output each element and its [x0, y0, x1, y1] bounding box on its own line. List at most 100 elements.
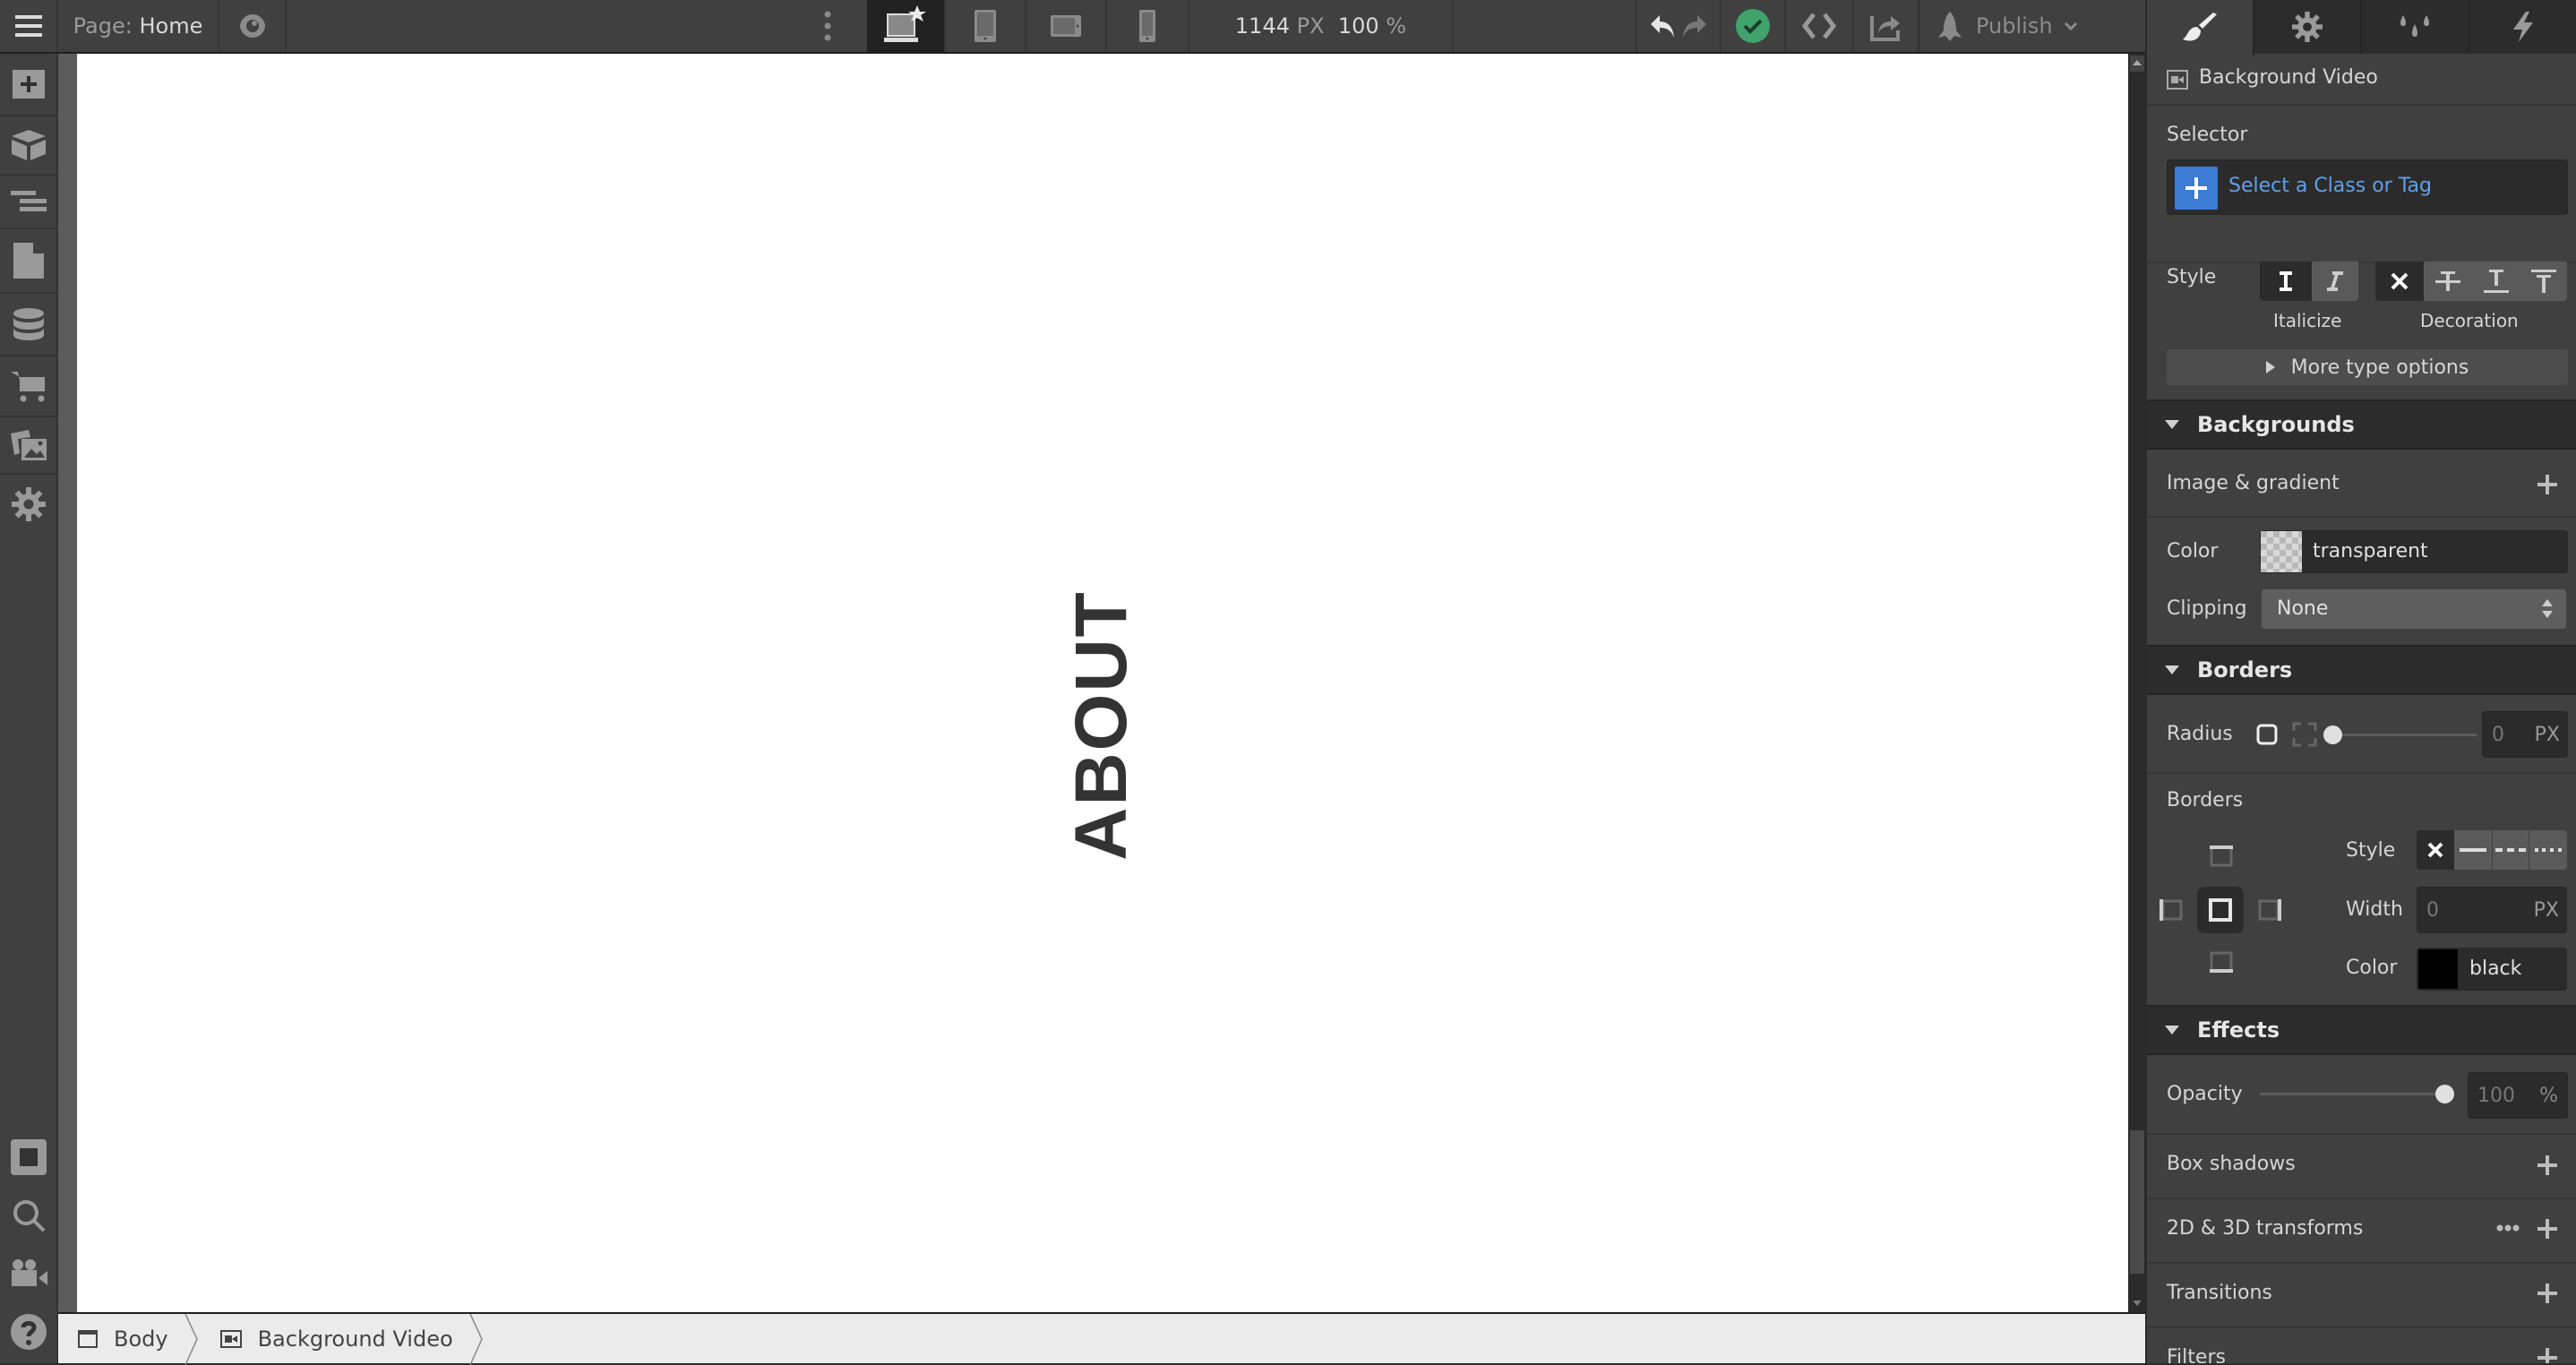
- borders-section-header[interactable]: Borders: [2147, 645, 2576, 695]
- sidebar-navigator-button[interactable]: [0, 176, 56, 229]
- breakpoint-mobile-portrait[interactable]: [1107, 0, 1189, 52]
- border-style-dotted-button[interactable]: [2529, 830, 2567, 870]
- border-color-input[interactable]: black: [2417, 948, 2567, 991]
- opacity-label: Opacity: [2167, 1083, 2243, 1105]
- page-selector[interactable]: Page: Home: [58, 0, 219, 52]
- solid-line-icon: [2460, 848, 2486, 852]
- border-all-button[interactable]: [2197, 887, 2244, 933]
- tab-style[interactable]: [2147, 0, 2254, 56]
- more-dots-icon[interactable]: [2496, 1224, 2520, 1232]
- border-right-icon[interactable]: [2258, 898, 2281, 922]
- sidebar-search-button[interactable]: [0, 1186, 56, 1245]
- breakpoint-desktop[interactable]: [867, 0, 946, 52]
- scrollbar-thumb[interactable]: [2130, 1130, 2144, 1274]
- more-options-button[interactable]: [788, 0, 867, 52]
- add-image-gradient-icon[interactable]: [2537, 475, 2557, 494]
- effects-section-header[interactable]: Effects: [2147, 1005, 2576, 1055]
- about-heading[interactable]: ABOUT: [1060, 590, 1144, 861]
- border-top-icon[interactable]: [2210, 844, 2233, 867]
- hamburger-icon: [14, 15, 42, 37]
- add-transition-icon[interactable]: [2537, 1283, 2557, 1303]
- navigator-icon: [10, 191, 47, 211]
- canvas-scrollbar[interactable]: [2128, 54, 2146, 1312]
- chevron-down-icon: [2064, 21, 2077, 30]
- border-style-none-button[interactable]: [2417, 830, 2454, 870]
- sidebar-pages-button[interactable]: [0, 229, 56, 294]
- more-type-options-button[interactable]: More type options: [2167, 349, 2568, 385]
- decoration-strikethrough-button[interactable]: [2424, 262, 2472, 301]
- transparent-swatch[interactable]: [2261, 531, 2302, 572]
- clipping-select[interactable]: None: [2262, 589, 2566, 629]
- border-color-swatch[interactable]: [2418, 949, 2458, 989]
- border-width-label: Width: [2346, 898, 2403, 921]
- decoration-none-button[interactable]: [2375, 262, 2424, 301]
- opacity-slider-handle[interactable]: [2435, 1085, 2454, 1103]
- sidebar-symbols-button[interactable]: [0, 116, 56, 176]
- bg-color-input[interactable]: transparent: [2260, 530, 2568, 573]
- radius-all-corners-icon[interactable]: [2256, 724, 2278, 745]
- save-status[interactable]: [1722, 0, 1786, 52]
- scroll-up-arrow-icon[interactable]: [2128, 56, 2146, 73]
- radius-input[interactable]: 0 PX: [2482, 711, 2568, 758]
- undo-icon: [1651, 15, 1674, 38]
- more-type-options-label: More type options: [2290, 356, 2469, 379]
- preview-button[interactable]: [219, 0, 287, 52]
- desktop-star-icon: [884, 5, 926, 42]
- square-outline-icon: [10, 1139, 47, 1175]
- breakpoint-mobile-landscape[interactable]: [1026, 0, 1107, 52]
- menu-button[interactable]: [0, 0, 58, 52]
- border-width-input[interactable]: 0 PX: [2417, 887, 2567, 933]
- italic-off-button[interactable]: [2260, 262, 2312, 301]
- tab-interactions[interactable]: [2469, 0, 2576, 54]
- selector-input[interactable]: Select a Class or Tag: [2167, 159, 2568, 215]
- border-style-solid-button[interactable]: [2454, 830, 2492, 870]
- decoration-underline-button[interactable]: [2472, 262, 2520, 301]
- canvas-width-value: 1144: [1234, 13, 1290, 39]
- left-sidebar: [0, 54, 58, 1363]
- scroll-down-arrow-icon[interactable]: [2128, 1294, 2146, 1312]
- canvas-left-gutter: [58, 54, 77, 1312]
- box-shadows-label: Box shadows: [2167, 1153, 2296, 1175]
- add-transform-icon[interactable]: [2537, 1219, 2557, 1239]
- radius-slider-handle[interactable]: [2323, 725, 2342, 744]
- radius-individual-corners-icon[interactable]: [2292, 722, 2317, 747]
- code-export-button[interactable]: [1786, 0, 1854, 52]
- publish-button[interactable]: Publish: [1919, 0, 2145, 52]
- sidebar-toggle-edges-button[interactable]: [0, 1129, 56, 1186]
- decoration-overline-button[interactable]: [2520, 262, 2567, 301]
- italic-on-button[interactable]: [2312, 262, 2358, 301]
- add-box-shadow-icon[interactable]: [2537, 1155, 2557, 1175]
- opacity-input[interactable]: 100 %: [2468, 1072, 2568, 1119]
- caret-down-icon: [2165, 665, 2179, 674]
- add-filter-icon[interactable]: [2537, 1348, 2557, 1363]
- clipping-value: None: [2277, 597, 2329, 620]
- breadcrumb-item-background-video[interactable]: Background Video: [193, 1314, 483, 1365]
- border-left-icon[interactable]: [2160, 898, 2183, 922]
- border-bottom-icon[interactable]: [2210, 951, 2233, 974]
- opacity-slider-track[interactable]: [2260, 1093, 2444, 1095]
- sidebar-cms-button[interactable]: [0, 294, 56, 356]
- tab-style-manager[interactable]: [2362, 0, 2469, 54]
- share-button[interactable]: [1854, 0, 1919, 52]
- undo-redo-group: [1636, 0, 1722, 52]
- borders-title: Borders: [2197, 657, 2293, 682]
- redo-button[interactable]: [1681, 13, 1708, 39]
- sidebar-help-button[interactable]: [0, 1302, 56, 1361]
- gear-icon: [2292, 12, 2323, 42]
- radius-unit: PX: [2534, 724, 2560, 746]
- undo-button[interactable]: [1649, 13, 1676, 39]
- add-class-button[interactable]: [2175, 167, 2218, 210]
- breakpoint-tablet[interactable]: [946, 0, 1026, 52]
- sidebar-ecommerce-button[interactable]: [0, 356, 56, 417]
- backgrounds-section-header[interactable]: Backgrounds: [2147, 399, 2576, 450]
- sidebar-add-button[interactable]: [0, 54, 56, 116]
- sidebar-video-tutorials-button[interactable]: [0, 1245, 56, 1302]
- selector-label: Selector: [2167, 124, 2248, 146]
- tab-settings[interactable]: [2254, 0, 2362, 54]
- sidebar-settings-button[interactable]: [0, 475, 56, 534]
- sidebar-assets-button[interactable]: [0, 417, 56, 475]
- breadcrumb-item-body[interactable]: Body: [58, 1314, 198, 1365]
- border-style-dashed-button[interactable]: [2493, 830, 2529, 870]
- radius-slider-track[interactable]: [2330, 734, 2477, 736]
- caret-right-icon: [2265, 361, 2275, 373]
